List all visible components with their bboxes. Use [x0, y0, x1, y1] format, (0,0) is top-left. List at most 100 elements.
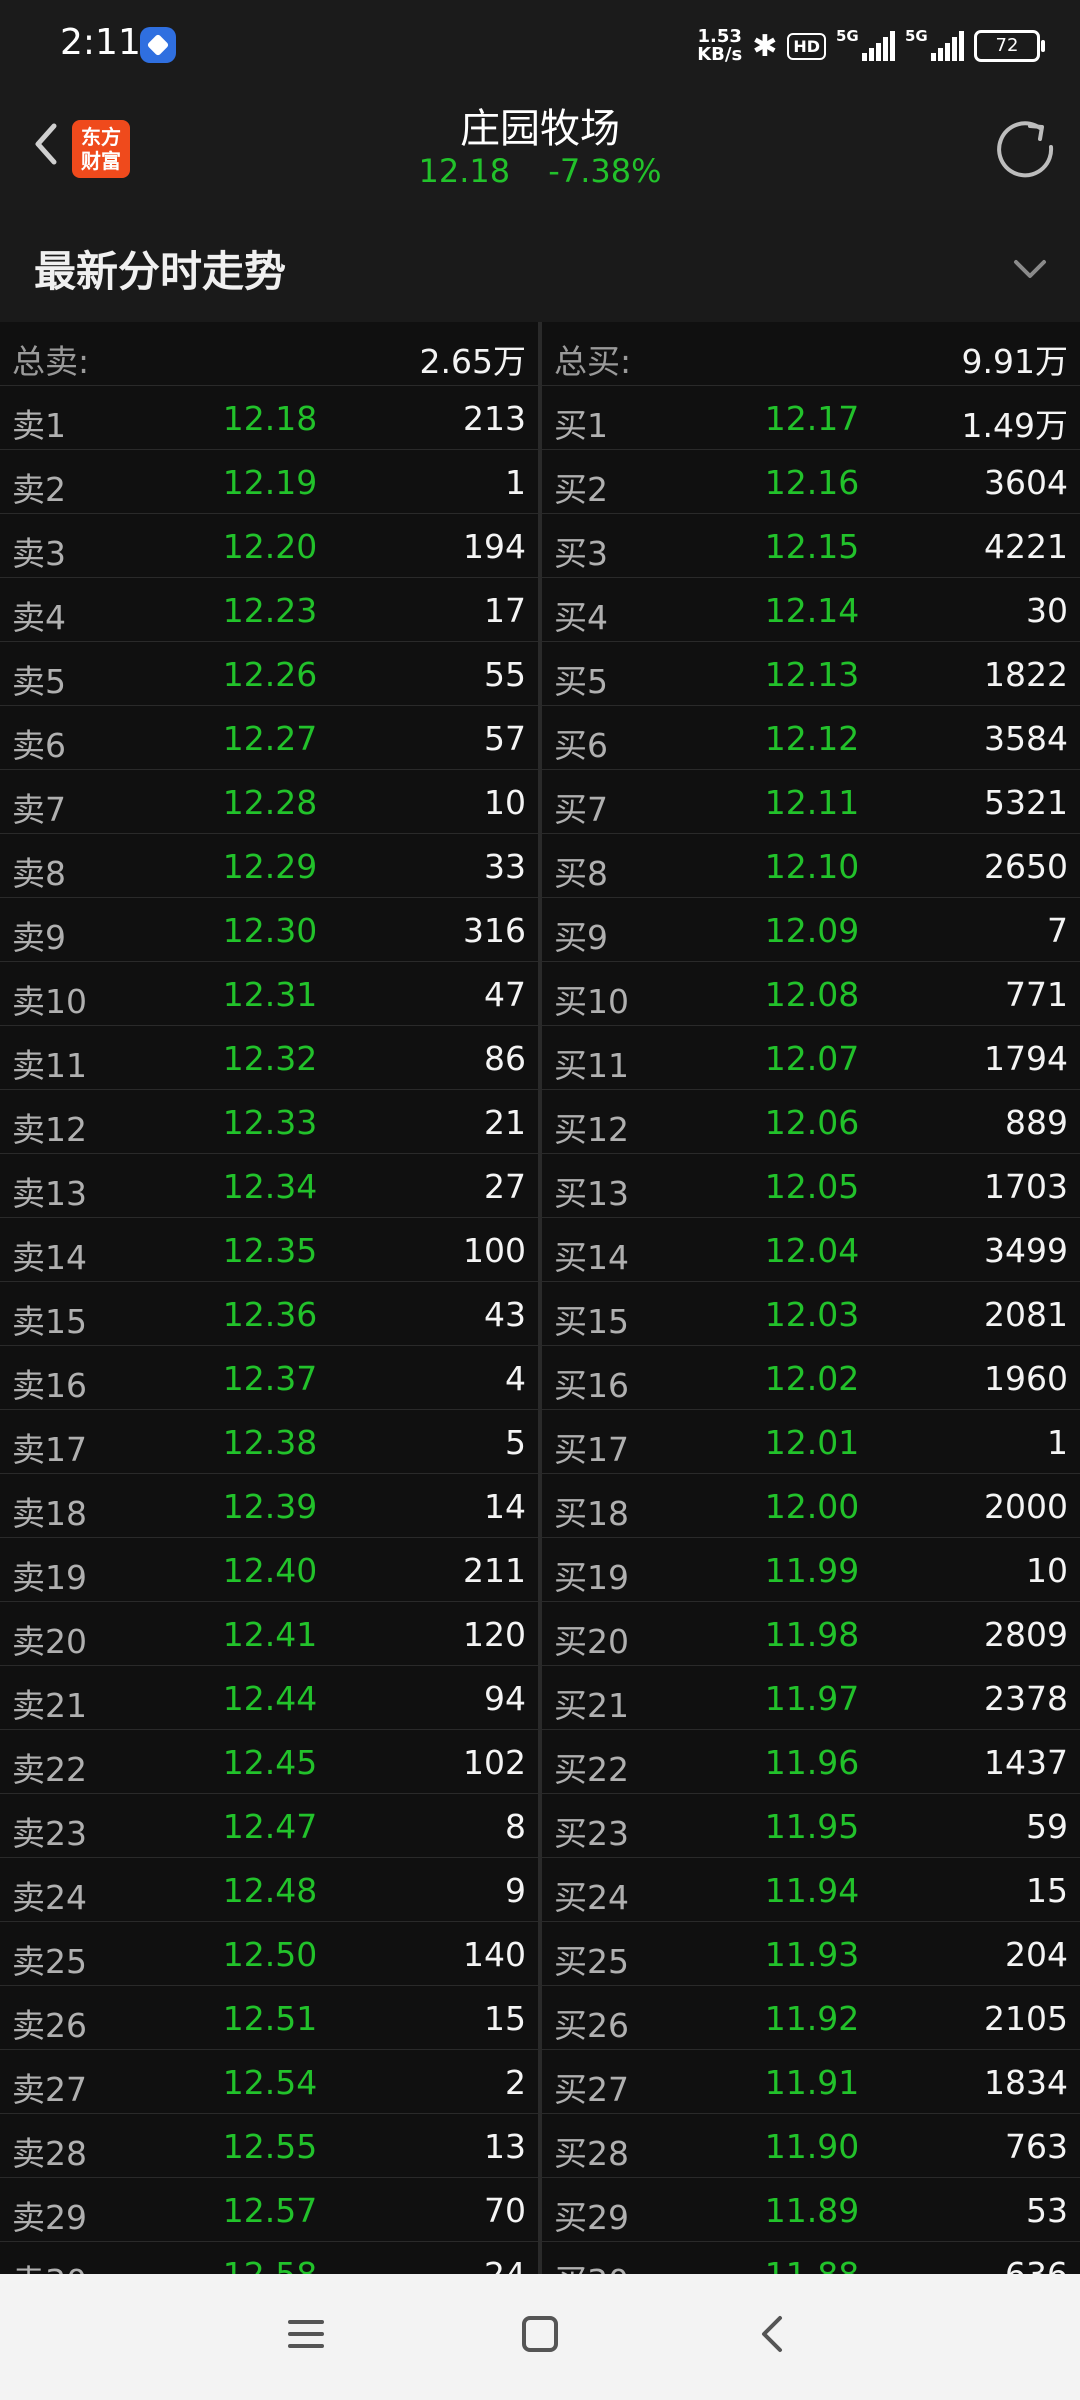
buy-row[interactable]: 买25 11.93 204: [542, 1922, 1080, 1986]
sell-volume: 9: [505, 1871, 526, 1910]
buy-row[interactable]: 买10 12.08 771: [542, 962, 1080, 1026]
buy-volume: 4221: [984, 527, 1068, 566]
buy-level-label: 买7: [554, 790, 608, 829]
sell-volume: 2: [505, 2063, 526, 2102]
sell-row[interactable]: 卖16 12.37 4: [0, 1346, 538, 1410]
buy-row[interactable]: 买8 12.10 2650: [542, 834, 1080, 898]
sell-row[interactable]: 卖21 12.44 94: [0, 1666, 538, 1730]
buy-price: 11.93: [764, 1935, 860, 1974]
buy-row[interactable]: 买13 12.05 1703: [542, 1154, 1080, 1218]
sell-row[interactable]: 卖1 12.18 213: [0, 386, 538, 450]
buy-volume: 2650: [984, 847, 1068, 886]
buy-row[interactable]: 买27 11.91 1834: [542, 2050, 1080, 2114]
sell-row[interactable]: 卖19 12.40 211: [0, 1538, 538, 1602]
sell-row[interactable]: 卖30 12.58 24: [0, 2242, 538, 2274]
sell-row[interactable]: 卖20 12.41 120: [0, 1602, 538, 1666]
sell-row[interactable]: 卖25 12.50 140: [0, 1922, 538, 1986]
buy-price: 12.09: [764, 911, 860, 950]
sell-total-value: 2.65万: [419, 342, 526, 381]
sell-row[interactable]: 卖3 12.20 194: [0, 514, 538, 578]
stock-name: 庄园牧场: [460, 106, 620, 152]
trend-section-header[interactable]: 最新分时走势: [0, 210, 1080, 322]
expand-button[interactable]: [1008, 246, 1052, 290]
sell-row[interactable]: 卖12 12.33 21: [0, 1090, 538, 1154]
sell-row[interactable]: 卖5 12.26 55: [0, 642, 538, 706]
buy-row[interactable]: 买3 12.15 4221: [542, 514, 1080, 578]
buy-row[interactable]: 买7 12.11 5321: [542, 770, 1080, 834]
buy-row[interactable]: 买5 12.13 1822: [542, 642, 1080, 706]
sell-row[interactable]: 卖13 12.34 27: [0, 1154, 538, 1218]
sell-row[interactable]: 卖9 12.30 316: [0, 898, 538, 962]
sell-row[interactable]: 卖14 12.35 100: [0, 1218, 538, 1282]
sell-row[interactable]: 卖10 12.31 47: [0, 962, 538, 1026]
sell-row[interactable]: 卖22 12.45 102: [0, 1730, 538, 1794]
sell-row[interactable]: 卖28 12.55 13: [0, 2114, 538, 2178]
sell-row[interactable]: 卖2 12.19 1: [0, 450, 538, 514]
sell-level-label: 卖30: [12, 2255, 87, 2274]
buy-row[interactable]: 买15 12.03 2081: [542, 1282, 1080, 1346]
buy-row[interactable]: 买4 12.14 30: [542, 578, 1080, 642]
sell-level-label: 卖19: [12, 1558, 87, 1597]
sell-volume: 5: [505, 1423, 526, 1462]
buy-row[interactable]: 买26 11.92 2105: [542, 1986, 1080, 2050]
buy-volume: 889: [1005, 1103, 1068, 1142]
buy-row[interactable]: 买1 12.17 1.49万: [542, 386, 1080, 450]
sell-level-label: 卖14: [12, 1238, 87, 1277]
sell-level-label: 卖7: [12, 790, 66, 829]
sell-row[interactable]: 卖15 12.36 43: [0, 1282, 538, 1346]
buy-price: 11.99: [764, 1551, 860, 1590]
refresh-button[interactable]: [990, 112, 1060, 182]
sell-row[interactable]: 卖17 12.38 5: [0, 1410, 538, 1474]
sell-row[interactable]: 卖27 12.54 2: [0, 2050, 538, 2114]
buy-row[interactable]: 买12 12.06 889: [542, 1090, 1080, 1154]
sell-row[interactable]: 卖7 12.28 10: [0, 770, 538, 834]
buy-volume: 1437: [984, 1743, 1068, 1782]
sell-price: 12.55: [222, 2127, 318, 2166]
sell-volume: 57: [484, 719, 526, 758]
buy-volume: 3584: [984, 719, 1068, 758]
buy-level-label: 买27: [554, 2070, 629, 2109]
buy-volume: 15: [1026, 1871, 1068, 1910]
sell-row[interactable]: 卖11 12.32 86: [0, 1026, 538, 1090]
buy-row[interactable]: 买19 11.99 10: [542, 1538, 1080, 1602]
nav-back-button[interactable]: [744, 2304, 804, 2364]
buy-row[interactable]: 买16 12.02 1960: [542, 1346, 1080, 1410]
sell-volume: 100: [463, 1231, 526, 1270]
buy-row[interactable]: 买6 12.12 3584: [542, 706, 1080, 770]
sell-level-label: 卖28: [12, 2134, 87, 2173]
buy-row[interactable]: 买29 11.89 53: [542, 2178, 1080, 2242]
sell-volume: 213: [463, 399, 526, 438]
buy-row[interactable]: 买23 11.95 59: [542, 1794, 1080, 1858]
sell-row[interactable]: 卖23 12.47 8: [0, 1794, 538, 1858]
sell-volume: 24: [484, 2255, 526, 2274]
buy-row[interactable]: 买2 12.16 3604: [542, 450, 1080, 514]
menu-button[interactable]: [276, 2304, 336, 2364]
sell-level-label: 卖29: [12, 2198, 87, 2237]
sell-row[interactable]: 卖24 12.48 9: [0, 1858, 538, 1922]
buy-row[interactable]: 买22 11.96 1437: [542, 1730, 1080, 1794]
buy-row[interactable]: 买21 11.97 2378: [542, 1666, 1080, 1730]
sell-row[interactable]: 卖26 12.51 15: [0, 1986, 538, 2050]
buy-row[interactable]: 买28 11.90 763: [542, 2114, 1080, 2178]
sell-price: 12.44: [222, 1679, 318, 1718]
sell-row[interactable]: 卖18 12.39 14: [0, 1474, 538, 1538]
buy-row[interactable]: 买14 12.04 3499: [542, 1218, 1080, 1282]
menu-icon: [288, 2320, 324, 2348]
home-button[interactable]: [510, 2304, 570, 2364]
buy-row[interactable]: 买18 12.00 2000: [542, 1474, 1080, 1538]
sell-volume: 15: [484, 1999, 526, 2038]
sell-row[interactable]: 卖4 12.23 17: [0, 578, 538, 642]
buy-level-label: 买17: [554, 1430, 629, 1469]
buy-row[interactable]: 买9 12.09 7: [542, 898, 1080, 962]
sell-row[interactable]: 卖29 12.57 70: [0, 2178, 538, 2242]
buy-row[interactable]: 买17 12.01 1: [542, 1410, 1080, 1474]
buy-row[interactable]: 买30 11.88 636: [542, 2242, 1080, 2274]
sell-row[interactable]: 卖8 12.29 33: [0, 834, 538, 898]
buy-price: 12.00: [764, 1487, 860, 1526]
buy-row[interactable]: 买24 11.94 15: [542, 1858, 1080, 1922]
buy-row[interactable]: 买11 12.07 1794: [542, 1026, 1080, 1090]
buy-row[interactable]: 买20 11.98 2809: [542, 1602, 1080, 1666]
buy-price: 11.94: [764, 1871, 860, 1910]
buy-level-label: 买1: [554, 406, 608, 445]
sell-row[interactable]: 卖6 12.27 57: [0, 706, 538, 770]
